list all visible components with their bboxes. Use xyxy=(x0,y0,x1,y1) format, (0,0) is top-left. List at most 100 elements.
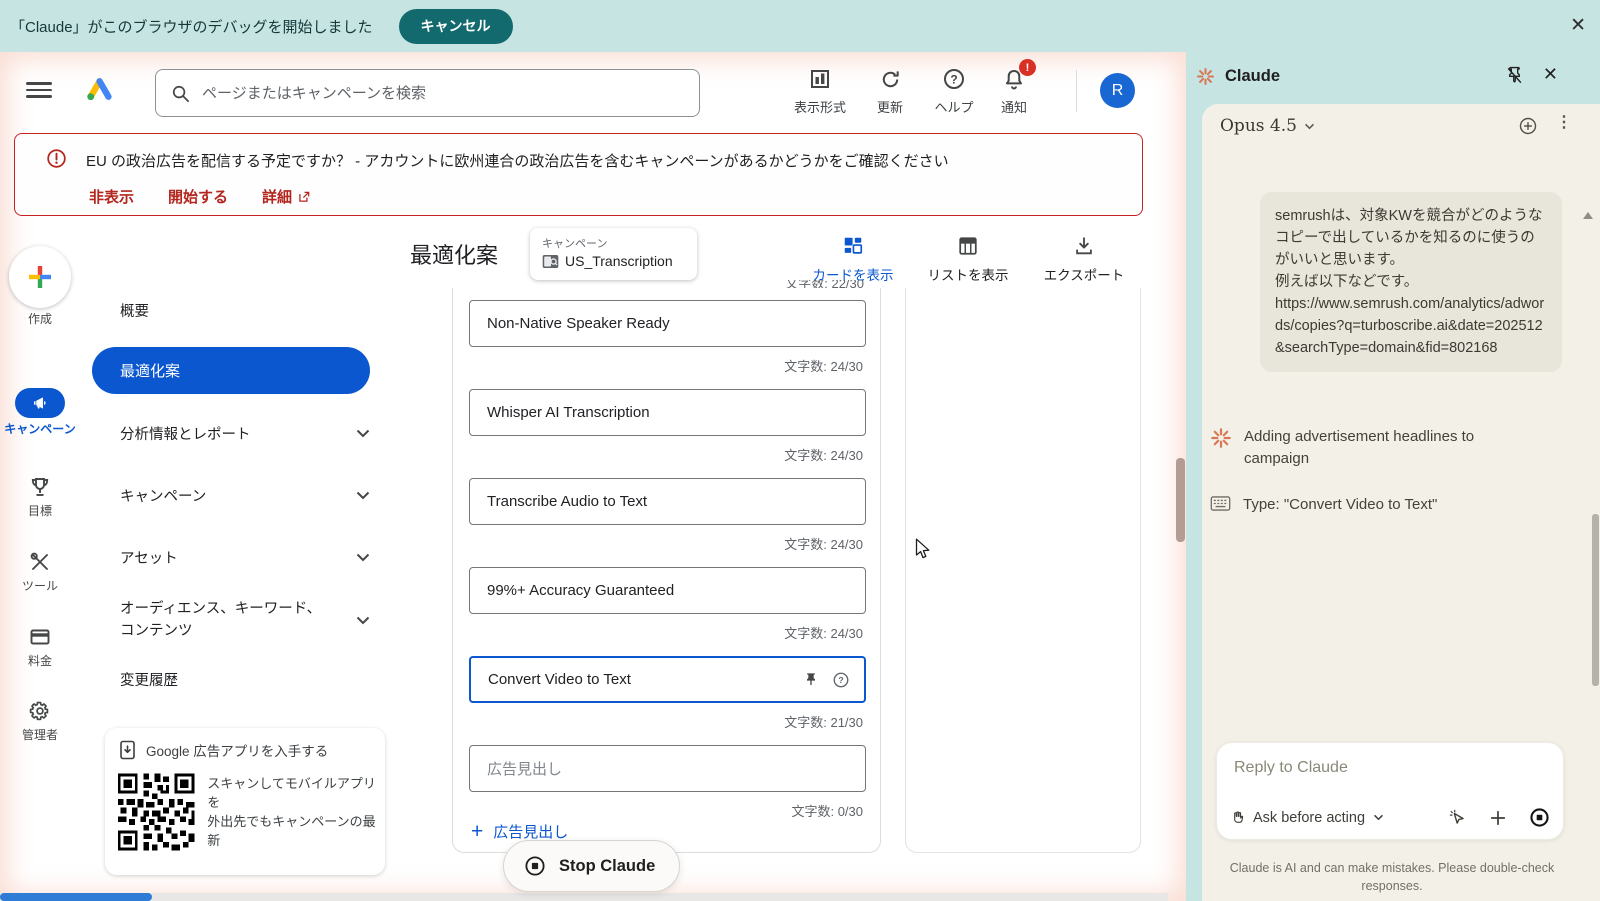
stop-record-icon xyxy=(524,855,546,877)
download-icon xyxy=(1029,234,1139,258)
credit-card-icon xyxy=(0,624,80,650)
ai-disclaimer: Claude is AI and can make mistakes. Plea… xyxy=(1202,860,1582,895)
reply-composer: Reply to Claude Ask before acting xyxy=(1216,742,1564,840)
claude-scrollbar[interactable] xyxy=(1592,514,1599,686)
attach-plus-icon[interactable] xyxy=(1489,809,1507,827)
headline-input-2[interactable]: Whisper AI Transcription xyxy=(469,389,866,436)
account-avatar[interactable]: R xyxy=(1100,73,1135,108)
banner-hide-button[interactable]: 非表示 xyxy=(89,186,134,207)
subnav-assets[interactable]: アセット xyxy=(120,547,370,568)
menu-icon[interactable] xyxy=(26,82,52,98)
banner-start-button[interactable]: 開始する xyxy=(168,186,228,207)
phone-download-icon xyxy=(119,740,136,760)
notifications-button[interactable]: ! 通知 xyxy=(978,66,1050,116)
help-circle-icon[interactable]: ? xyxy=(832,671,850,689)
external-link-icon xyxy=(297,190,311,204)
megaphone-icon xyxy=(15,388,65,418)
claude-panel-header: Claude ✕ xyxy=(1186,52,1600,100)
claude-spark-icon xyxy=(1210,427,1232,449)
scroll-up-arrow[interactable] xyxy=(1583,212,1593,219)
headline-counter-2: 文字数: 24/30 xyxy=(469,445,863,461)
chevron-down-icon xyxy=(356,491,370,500)
appearance-button[interactable]: 表示形式 xyxy=(784,66,856,116)
headline-counter-1: 文字数: 24/30 xyxy=(469,356,863,372)
new-chat-icon[interactable] xyxy=(1518,116,1538,136)
svg-text:?: ? xyxy=(950,72,957,86)
rail-item-campaigns[interactable]: キャンペーン xyxy=(0,388,80,437)
close-debug-icon[interactable]: ✕ xyxy=(1570,16,1586,35)
chevron-down-icon xyxy=(1304,123,1315,130)
rail-item-admin[interactable]: 管理者 xyxy=(0,698,80,743)
horizontal-scrollbar-track[interactable] xyxy=(0,893,1168,901)
claude-reply-input[interactable]: Reply to Claude xyxy=(1234,759,1348,777)
add-headline-button[interactable]: + 広告見出し xyxy=(471,821,568,842)
banner-details-link[interactable]: 詳細 xyxy=(262,186,311,207)
chevron-down-icon xyxy=(1373,814,1384,821)
subnav-overview[interactable]: 概要 xyxy=(120,300,370,321)
unpin-icon[interactable] xyxy=(1505,66,1524,85)
rail-item-create[interactable]: 作成 xyxy=(0,246,80,327)
headline-input-3[interactable]: Transcribe Audio to Text xyxy=(469,478,866,525)
subnav-insights[interactable]: 分析情報とレポート xyxy=(120,423,370,444)
model-selector[interactable]: Opus 4.5 xyxy=(1220,116,1315,136)
recommendations-scroll-area: 文字数: 22/30 Non-Native Speaker Ready 文字数:… xyxy=(404,280,1164,865)
stop-claude-button[interactable]: Stop Claude xyxy=(503,840,680,892)
bell-icon: ! xyxy=(978,66,1050,92)
stop-generating-icon[interactable] xyxy=(1529,807,1550,828)
rail-item-tools[interactable]: ツール xyxy=(0,549,80,594)
close-panel-icon[interactable]: ✕ xyxy=(1543,64,1558,85)
subnav-change-history[interactable]: 変更履歴 xyxy=(120,669,370,690)
campaign-name: US_Transcription xyxy=(565,253,673,269)
appearance-icon xyxy=(784,66,856,92)
gear-icon xyxy=(0,698,80,724)
main-vertical-scrollbar[interactable] xyxy=(1176,458,1185,542)
cursor-control-icon[interactable] xyxy=(1448,808,1467,827)
subnav-audiences[interactable]: オーディエンス、キーワード、コンテンツ xyxy=(120,598,370,643)
headline-input-5-focused[interactable]: Convert Video to Text ? xyxy=(469,656,866,703)
headline-counter-3: 文字数: 24/30 xyxy=(469,534,863,550)
ads-header: 表示形式 更新 ? ヘルプ ! 通知 R xyxy=(0,52,1186,125)
cancel-debug-button[interactable]: キャンセル xyxy=(399,9,513,44)
list-view-button[interactable]: リストを表示 xyxy=(913,234,1023,284)
permission-mode-selector[interactable]: Ask before acting xyxy=(1230,810,1384,826)
campaign-icon xyxy=(542,254,559,269)
eu-political-ads-banner: EU の政治広告を配信する予定ですか？ - アカウントに欧州連合の政治広告を含む… xyxy=(14,133,1143,216)
refresh-button[interactable]: 更新 xyxy=(854,66,926,116)
horizontal-scrollbar-thumb[interactable] xyxy=(0,893,152,901)
headline-counter-5: 文字数: 21/30 xyxy=(469,712,863,728)
subnav-campaigns[interactable]: キャンペーン xyxy=(120,485,370,506)
svg-text:?: ? xyxy=(838,675,843,685)
app-card-title: Google 広告アプリを入手する xyxy=(146,740,328,760)
header-divider xyxy=(1076,70,1077,112)
headline-counter-4: 文字数: 24/30 xyxy=(469,623,863,639)
headline-input-1[interactable]: Non-Native Speaker Ready xyxy=(469,300,866,347)
claude-step-headlines: Adding advertisement headlines to campai… xyxy=(1210,426,1570,470)
plus-icon: + xyxy=(471,821,483,842)
chevron-down-icon xyxy=(356,553,370,562)
headline-input-4[interactable]: 99%+ Accuracy Guaranteed xyxy=(469,567,866,614)
list-view-icon xyxy=(913,234,1023,258)
chevron-down-icon xyxy=(356,429,370,438)
tools-icon xyxy=(0,549,80,575)
headline-counter-6: 文字数: 0/30 xyxy=(469,801,863,817)
debug-banner: 「Claude」がこのブラウザのデバッグを開始しました キャンセル ✕ xyxy=(0,0,1600,52)
card-view-button[interactable]: カードを表示 xyxy=(798,234,908,284)
rail-item-goals[interactable]: 目標 xyxy=(0,474,80,519)
hand-icon xyxy=(1230,810,1245,825)
claude-step-type: Type: "Convert Video to Text" xyxy=(1210,494,1570,516)
export-button[interactable]: エクスポート xyxy=(1029,234,1139,284)
warning-icon xyxy=(46,148,67,174)
campaign-chip[interactable]: キャンペーン US_Transcription xyxy=(530,228,697,280)
headlines-card: Non-Native Speaker Ready 文字数: 24/30 Whis… xyxy=(452,288,881,853)
pin-icon[interactable] xyxy=(803,672,819,688)
search-input[interactable] xyxy=(202,85,699,102)
search-bar xyxy=(155,69,700,117)
keyboard-icon xyxy=(1210,495,1231,512)
chevron-down-icon xyxy=(356,616,370,625)
subnav-recommendations-active[interactable]: 最適化案 xyxy=(92,347,370,394)
page-title: 最適化案 xyxy=(410,238,498,270)
rail-item-billing[interactable]: 料金 xyxy=(0,624,80,669)
headline-input-6-empty[interactable]: 広告見出し xyxy=(469,745,866,792)
trophy-icon xyxy=(0,474,80,500)
kebab-menu-icon[interactable]: ⋮ xyxy=(1556,112,1572,132)
